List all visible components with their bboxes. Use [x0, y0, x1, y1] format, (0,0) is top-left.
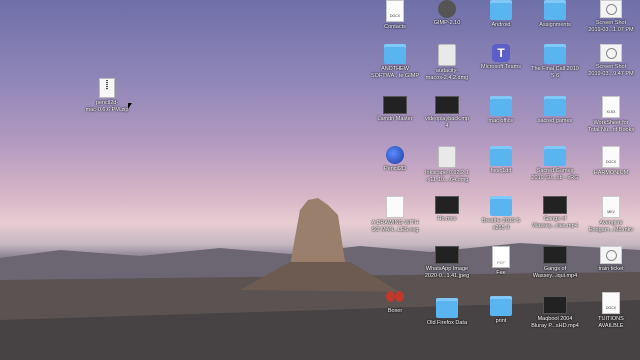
svg-file-icon — [386, 196, 404, 218]
desktop-icon-gangs-2[interactable]: Gangs of Wassey...iqui.mp4 — [526, 246, 584, 279]
video-file-icon — [435, 96, 459, 114]
dmg-file-icon — [438, 146, 456, 168]
desktop-icon-videoplayback[interactable]: videoplayback.mp 4 — [418, 96, 476, 129]
dmg-file-icon — [438, 44, 456, 66]
folder-icon — [490, 296, 512, 316]
folder-icon — [490, 196, 512, 216]
folder-icon — [544, 146, 566, 166]
desktop-icon-old-firefox-data[interactable]: Old Firefox Data — [418, 298, 476, 327]
folder-icon — [384, 44, 406, 64]
desktop-icon-screenshot-2[interactable]: Screen Shot 2019-03...9.47 PM — [582, 44, 640, 77]
desktop-icon-ho-mov[interactable]: Ho.mov — [418, 196, 476, 223]
desktop-icon-train-ticket[interactable]: train ticket — [582, 246, 640, 273]
video-file-icon — [543, 246, 567, 264]
screenshot-file-icon — [600, 0, 622, 18]
pdf-file-icon: PDF — [492, 246, 510, 268]
desktop-icon-sacred-games[interactable]: sacred games — [526, 96, 584, 125]
pencil2d-app-icon — [386, 146, 404, 164]
desktop-icon-lamdn-master[interactable]: Lamdn Master — [366, 96, 424, 123]
video-file-icon — [435, 196, 459, 214]
desktop-icon-maqbool[interactable]: Maqbool 2004 Bluray P...sHD.mp4 — [526, 296, 584, 329]
desktop-icon-fee[interactable]: PDF Fee — [472, 246, 530, 277]
screenshot-file-icon — [600, 246, 622, 264]
desktop-icon-sacred-games-2019[interactable]: Sacred Games 2019 S0...ub - xRG — [526, 146, 584, 181]
folder-icon — [436, 298, 458, 318]
folder-icon — [544, 44, 566, 64]
desktop-icon-gimp[interactable]: GIMP-2.10 — [418, 0, 476, 27]
desktop-icon-android[interactable]: Android — [472, 0, 530, 29]
desktop-icon-andthew-software[interactable]: ANDTHEW SOFTWA...te GIMP — [366, 44, 424, 79]
desktop-icon-whatsapp-image[interactable]: WhatsApp Image 2020-0...1.41.jpeg — [418, 246, 476, 279]
desktop-icon-microsoft-teams[interactable]: T Microsoft Teams — [472, 44, 530, 71]
desktop-icon-print[interactable]: print — [472, 296, 530, 325]
desktop-icon-contacts[interactable]: DOCX Contacts — [366, 0, 424, 31]
desktop-icon-pencil2d-app[interactable]: Pencil2D — [366, 146, 424, 173]
desktop-icon-assignments[interactable]: Assignments — [526, 0, 584, 29]
desktop-icon-boxer[interactable]: Boxer — [366, 288, 424, 315]
desktop: DOCX Contacts GIMP-2.10 Android Assignme… — [0, 0, 640, 360]
docx-file-icon: DOCX — [602, 292, 620, 314]
video-file-icon — [543, 296, 567, 314]
gimp-app-icon — [438, 0, 456, 18]
desktop-icon-inkscape-dmg[interactable]: Inkscape-0.92.2-1 -x11-10....64.dmg — [418, 146, 476, 183]
desktop-icon-worksheet[interactable]: XLSX WorkSheet for Total Nu...of Books — [582, 96, 640, 133]
desktop-icon-harmonium[interactable]: DOCX HARMONIUM — [582, 146, 640, 177]
mkv-file-icon: MKV — [602, 196, 620, 218]
desktop-icon-breathe[interactable]: Breathe 2019 S x265 9 — [472, 196, 530, 231]
folder-icon — [490, 0, 512, 20]
desktop-icon-screenshot-1[interactable]: Screen Shot 2019-03...1.07 PM — [582, 0, 640, 33]
video-file-icon — [543, 196, 567, 214]
boxing-gloves-icon — [385, 288, 405, 306]
desktop-icon-audacity-dmg[interactable]: audacity- macos-2.4.2.dmg — [418, 44, 476, 81]
desktop-icon-drawing-svg[interactable]: A DRAWING WITH SO MAN...LES.svg — [366, 196, 424, 233]
desktop-icon-avengers[interactable]: MKV Avengers Endgam...M8.mkv — [582, 196, 640, 233]
mouse-pointer-icon — [128, 103, 132, 109]
desktop-icon-gangs-1[interactable]: Gangs of Wassey...vies.mp4 — [526, 196, 584, 229]
video-file-icon — [383, 96, 407, 114]
folder-icon — [490, 146, 512, 166]
teams-app-icon: T — [492, 44, 510, 62]
screenshot-file-icon — [600, 44, 622, 62]
desktop-icon-mac-office[interactable]: mac office — [472, 96, 530, 125]
xlsx-file-icon: XLSX — [602, 96, 620, 118]
docx-file-icon: DOCX — [602, 146, 620, 168]
zip-file-icon — [99, 78, 115, 98]
desktop-icon-final-call[interactable]: The Final Call 2019 S 6 — [526, 44, 584, 79]
image-file-icon — [435, 246, 459, 264]
desktop-icon-hesc1dd[interactable]: hesc1dd — [472, 146, 530, 175]
folder-icon — [544, 0, 566, 20]
folder-icon — [544, 96, 566, 116]
folder-icon — [490, 96, 512, 116]
desktop-icon-tuitions[interactable]: DOCX TUITIONS AVAILBLE — [582, 292, 640, 329]
docx-file-icon: DOCX — [386, 0, 404, 22]
